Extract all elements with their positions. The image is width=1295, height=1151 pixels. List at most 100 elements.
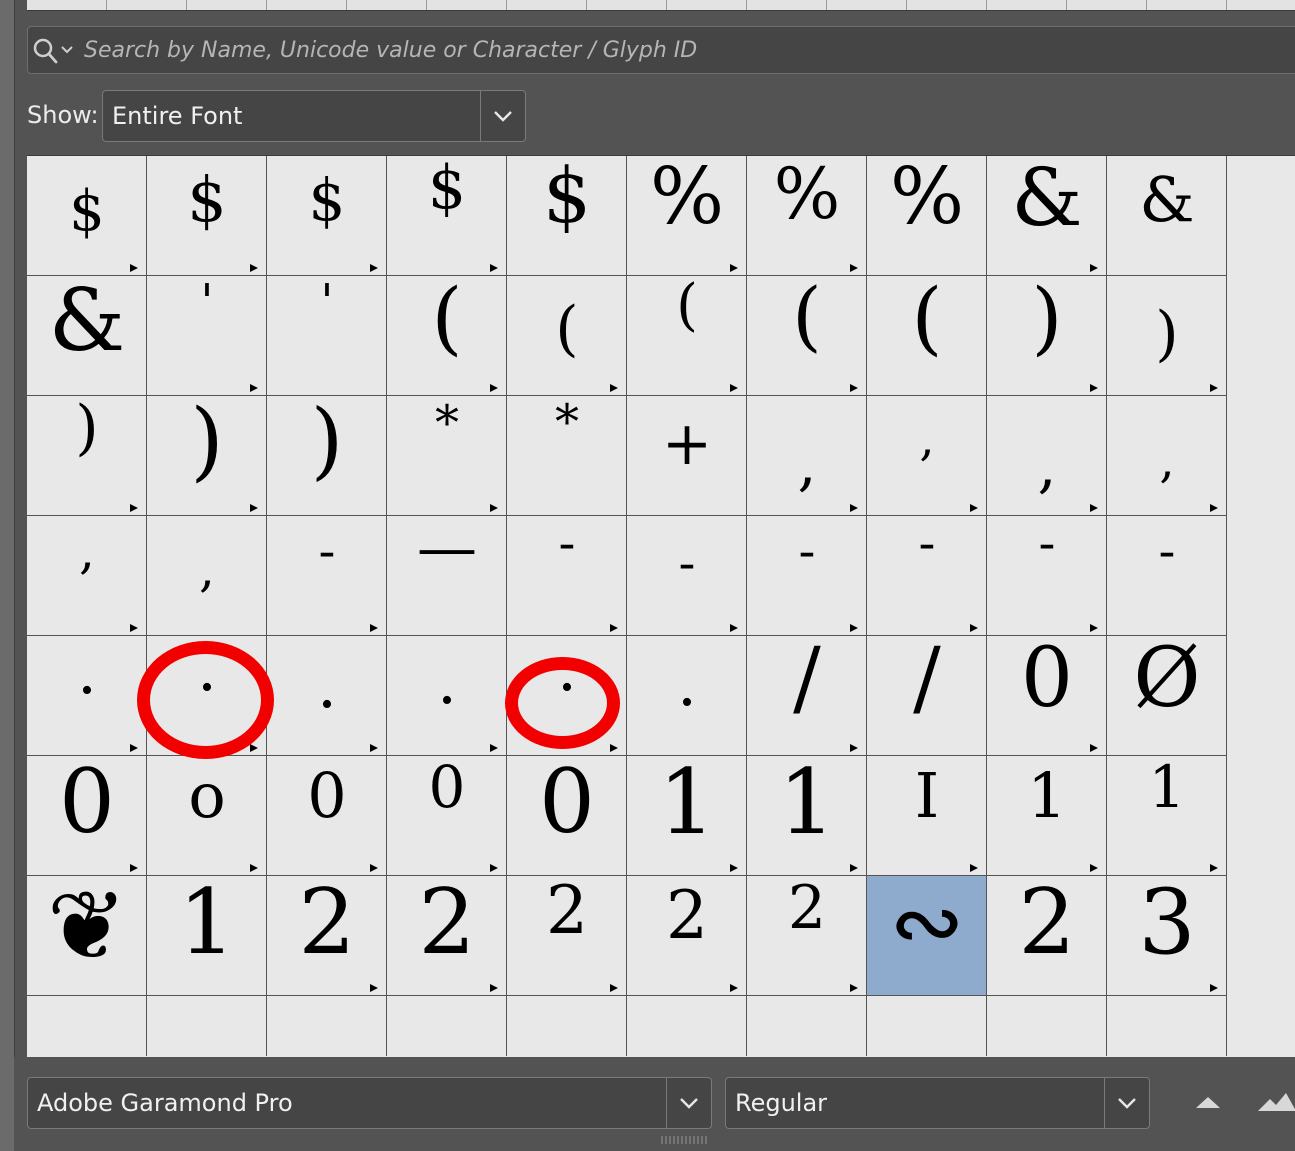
alternates-arrow-icon[interactable] [1090, 744, 1098, 752]
glyph-cell[interactable]: ( [627, 276, 747, 396]
glyph-search-box[interactable] [27, 26, 1295, 74]
alternates-arrow-icon[interactable] [1090, 384, 1098, 392]
alternates-arrow-icon[interactable] [730, 984, 738, 992]
glyph-cell[interactable]: ( [867, 276, 987, 396]
show-dropdown[interactable]: Entire Font [102, 90, 526, 142]
glyph-cell[interactable]: % [627, 156, 747, 276]
alternates-arrow-icon[interactable] [850, 504, 858, 512]
glyph-cell[interactable]: , [27, 516, 147, 636]
alternates-arrow-icon[interactable] [130, 504, 138, 512]
alternates-arrow-icon[interactable] [490, 984, 498, 992]
glyph-cell[interactable]: , [987, 396, 1107, 516]
glyph-cell[interactable]: 0 [27, 756, 147, 876]
glyph-cell[interactable]: 2 [747, 876, 867, 996]
glyph-cell[interactable]: $ [27, 156, 147, 276]
alternates-arrow-icon[interactable] [970, 624, 978, 632]
alternates-arrow-icon[interactable] [490, 864, 498, 872]
glyph-cell[interactable]: % [867, 156, 987, 276]
alternates-arrow-icon[interactable] [490, 264, 498, 272]
glyph-cell[interactable]: . [387, 636, 507, 756]
resize-grip-icon[interactable] [660, 1135, 712, 1145]
glyph-cell[interactable]: ( [387, 276, 507, 396]
zoom-out-mountain-icon[interactable] [1194, 1094, 1222, 1110]
alternates-arrow-icon[interactable] [730, 864, 738, 872]
glyph-grid[interactable]: $ $ $ $ $%%% & & & ' '((((())))) * * +,,,,,, - — - - - - - -… [27, 155, 1295, 1057]
glyph-cell[interactable]: 0 [267, 756, 387, 876]
alternates-arrow-icon[interactable] [370, 624, 378, 632]
font-family-dropdown-button[interactable] [666, 1078, 711, 1128]
alternates-arrow-icon[interactable] [850, 744, 858, 752]
alternates-arrow-icon[interactable] [970, 504, 978, 512]
alternates-arrow-icon[interactable] [250, 264, 258, 272]
glyph-cell[interactable]: * [507, 396, 627, 516]
glyph-cell[interactable]: 0 [987, 636, 1107, 756]
glyph-cell[interactable]: 3 [1107, 876, 1227, 996]
alternates-arrow-icon[interactable] [130, 864, 138, 872]
glyph-cell[interactable]: - [267, 516, 387, 636]
glyph-cell[interactable]: , [1107, 396, 1227, 516]
alternates-arrow-icon[interactable] [850, 624, 858, 632]
glyph-cell[interactable]: / [747, 636, 867, 756]
glyph-cell[interactable]: o [147, 756, 267, 876]
glyph-cell[interactable]: & [987, 156, 1107, 276]
glyph-cell[interactable]: & [27, 276, 147, 396]
glyph-cell[interactable]: — [387, 516, 507, 636]
alternates-arrow-icon[interactable] [730, 624, 738, 632]
glyph-cell[interactable]: 1 [627, 756, 747, 876]
glyph-cell[interactable]: , [867, 396, 987, 516]
glyph-cell[interactable]: . [267, 636, 387, 756]
alternates-arrow-icon[interactable] [1210, 384, 1218, 392]
glyph-cell[interactable]: 0 [507, 756, 627, 876]
alternates-arrow-icon[interactable] [850, 864, 858, 872]
font-style-dropdown[interactable]: Regular [725, 1077, 1150, 1129]
alternates-arrow-icon[interactable] [250, 504, 258, 512]
alternates-arrow-icon[interactable] [1210, 504, 1218, 512]
glyph-cell[interactable]: 2 [387, 876, 507, 996]
alternates-arrow-icon[interactable] [610, 624, 618, 632]
glyph-cell[interactable]: 2 [987, 876, 1107, 996]
glyph-cell[interactable]: ) [147, 396, 267, 516]
alternates-arrow-icon[interactable] [730, 384, 738, 392]
glyph-cell[interactable]: * [387, 396, 507, 516]
glyph-cell-selected[interactable]: ∾ [867, 876, 987, 996]
glyph-cell[interactable]: % [747, 156, 867, 276]
glyph-cell[interactable]: I [867, 756, 987, 876]
alternates-arrow-icon[interactable] [1090, 504, 1098, 512]
font-family-dropdown[interactable]: Adobe Garamond Pro [27, 1077, 712, 1129]
alternates-arrow-icon[interactable] [1090, 864, 1098, 872]
glyph-cell[interactable]: ' [267, 276, 387, 396]
alternates-arrow-icon[interactable] [1210, 984, 1218, 992]
glyph-cell[interactable]: ( [507, 276, 627, 396]
alternates-arrow-icon[interactable] [850, 384, 858, 392]
glyph-cell[interactable]: ( [747, 276, 867, 396]
glyph-cell[interactable]: & [1107, 156, 1227, 276]
glyph-cell[interactable]: ' [147, 276, 267, 396]
alternates-arrow-icon[interactable] [130, 264, 138, 272]
alternates-arrow-icon[interactable] [1090, 264, 1098, 272]
glyph-cell[interactable]: 1 [147, 876, 267, 996]
alternates-arrow-icon[interactable] [370, 264, 378, 272]
glyph-cell[interactable]: ) [27, 396, 147, 516]
glyph-cell[interactable]: 2 [507, 876, 627, 996]
alternates-arrow-icon[interactable] [850, 264, 858, 272]
show-dropdown-button[interactable] [480, 91, 525, 141]
alternates-arrow-icon[interactable] [130, 744, 138, 752]
alternates-arrow-icon[interactable] [970, 864, 978, 872]
alternates-arrow-icon[interactable] [130, 624, 138, 632]
glyph-cell[interactable]: $ [267, 156, 387, 276]
glyph-cell[interactable]: $ [507, 156, 627, 276]
alternates-arrow-icon[interactable] [730, 264, 738, 272]
glyph-cell[interactable]: 1 [747, 756, 867, 876]
glyph-cell[interactable]: , [747, 396, 867, 516]
glyph-cell[interactable]: 2 [627, 876, 747, 996]
glyph-cell[interactable]: $ [387, 156, 507, 276]
alternates-arrow-icon[interactable] [1210, 864, 1218, 872]
glyph-cell[interactable]: $ [147, 156, 267, 276]
search-icon[interactable] [32, 37, 82, 65]
glyph-cell[interactable]: - [627, 516, 747, 636]
alternates-arrow-icon[interactable] [250, 744, 258, 752]
alternates-arrow-icon[interactable] [850, 984, 858, 992]
zoom-in-mountain-icon[interactable] [1256, 1091, 1295, 1113]
glyph-cell[interactable]: ❦ [27, 876, 147, 996]
glyph-cell[interactable]: ) [267, 396, 387, 516]
